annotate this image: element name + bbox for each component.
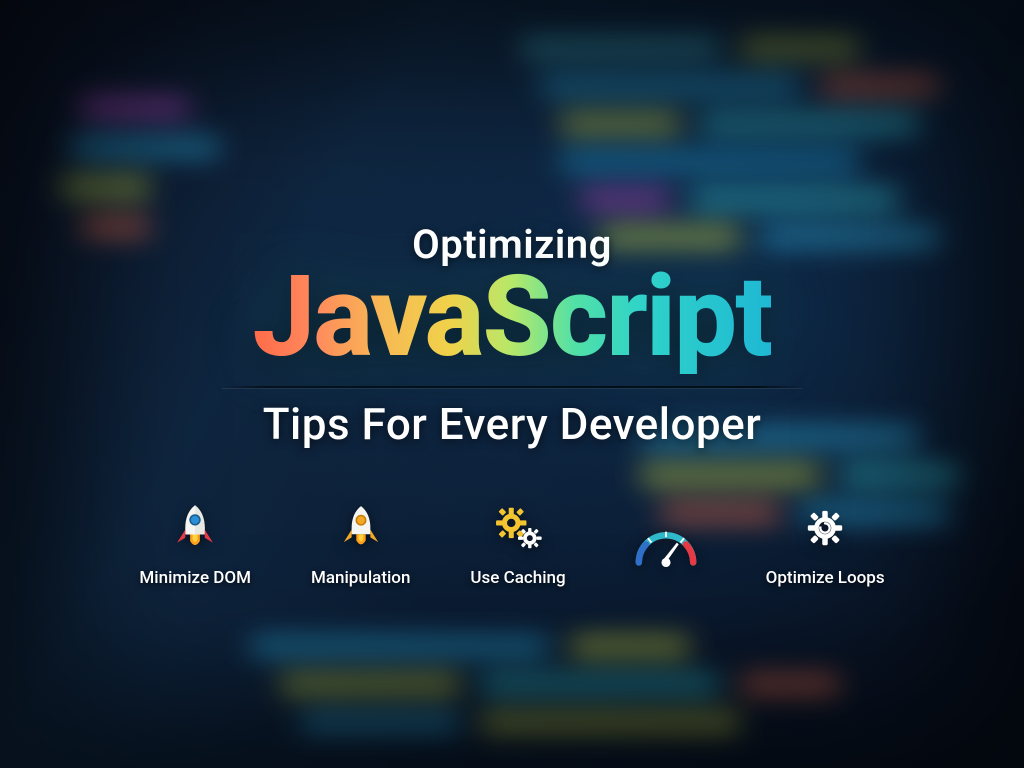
gears-icon [488,498,548,558]
tip-label: Manipulation [311,568,410,588]
title-divider [222,386,802,388]
hero-content: Optimizing JavaScript Tips For Every Dev… [0,0,1024,768]
tip-optimize-loops: Optimize Loops [766,498,885,588]
tip-label: Optimize Loops [766,568,885,588]
tip-minimize-dom: Minimize DOM [139,498,251,588]
gauge-icon [626,518,706,578]
tip-gauge [626,518,706,588]
tip-use-caching: Use Caching [470,498,565,588]
hero-title: JavaScript [253,262,772,374]
subtitle: Tips For Every Developer [263,398,762,450]
tip-manipulation: Manipulation [311,498,410,588]
tip-label: Minimize DOM [139,568,251,588]
rocket-blue-icon [165,498,225,558]
tips-row: Minimize DOM Manipulation [139,498,884,588]
rocket-yellow-icon [331,498,391,558]
tip-label: Use Caching [470,568,565,588]
gear-loop-icon [795,498,855,558]
